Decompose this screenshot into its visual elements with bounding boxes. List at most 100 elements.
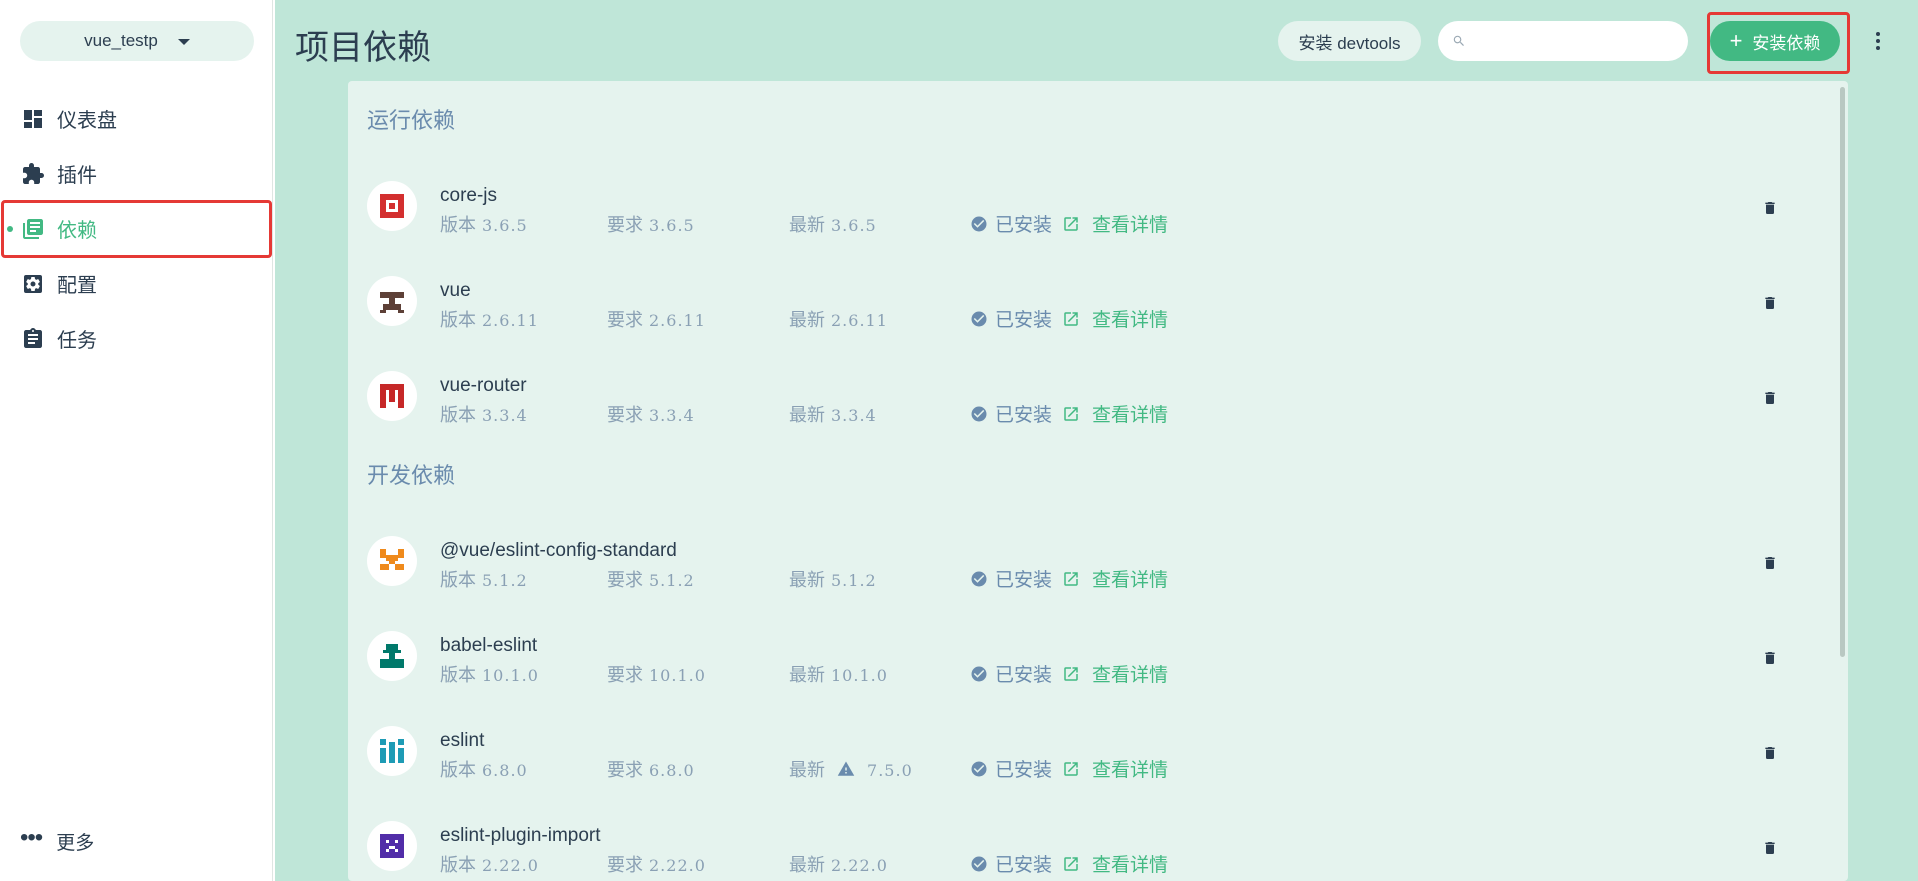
section-title-dev: 开发依赖 [367,463,456,488]
view-details-link[interactable]: 查看详情 [1062,850,1168,877]
installed-version: 版本 2.6.11 [440,310,539,330]
required-version: 要求 2.6.11 [607,310,706,330]
package-icon [367,371,417,421]
open-in-new-icon [1064,311,1078,326]
sidebar-item-label: 依赖 [57,220,97,242]
view-details-link[interactable]: 查看详情 [1062,400,1168,427]
project-name: vue_testp [84,31,158,50]
package-icon [367,821,417,871]
package-name: @vue/eslint-config-standard [440,540,677,561]
required-version: 要求 10.1.0 [607,665,706,685]
install-dependency-button[interactable]: + 安装依赖 [1710,21,1840,61]
required-version: 要求 6.8.0 [607,760,695,780]
more-horizontal-icon: ••• [20,823,43,851]
latest-version: 最新 7.5.0 [789,760,913,780]
package-icon [367,536,417,586]
puzzle-icon [20,161,46,187]
view-details-link[interactable]: 查看详情 [1062,305,1168,332]
warning-icon [837,761,855,776]
sidebar: vue_testp 仪表盘 插件 依赖 配置 任务 ••• 更多 [0,0,273,881]
more-button[interactable]: ••• 更多 [20,823,95,855]
check-circle-icon [971,856,987,871]
sidebar-item-dependencies[interactable]: 依赖 [0,201,273,256]
required-version: 要求 5.1.2 [607,570,695,590]
install-status: 已安装 查看详情 [970,755,1168,782]
open-in-new-icon [1064,571,1078,586]
delete-icon[interactable] [1760,552,1780,574]
view-details-link[interactable]: 查看详情 [1062,660,1168,687]
delete-icon[interactable] [1760,292,1780,314]
open-in-new-icon [1064,761,1078,776]
search-input[interactable] [1476,32,1676,50]
sidebar-nav: 仪表盘 插件 依赖 配置 任务 [0,91,273,366]
package-name: core-js [440,185,498,206]
sidebar-item-configuration[interactable]: 配置 [0,256,273,311]
scrollbar[interactable] [1840,87,1845,657]
sidebar-item-label: 插件 [57,165,97,187]
open-in-new-icon [1064,216,1078,231]
sidebar-item-plugins[interactable]: 插件 [0,146,273,201]
open-in-new-icon [1064,666,1078,681]
check-circle-icon [971,406,987,421]
install-status: 已安装 查看详情 [970,850,1168,877]
install-status: 已安装 查看详情 [970,210,1168,237]
package-name: eslint [440,730,485,751]
delete-icon[interactable] [1760,197,1780,219]
installed-label: 已安装 [995,405,1053,426]
check-circle-icon [971,761,987,776]
package-icon [367,276,417,326]
dependency-row: eslint 版本 6.8.0 要求 6.8.0 最新 7.5.0 已安装 查看详情 [348,718,1828,808]
main-content: 项目依赖 安装 devtools + 安装依赖 运行依赖 core-js 版本 3… [275,0,1918,881]
installed-label: 已安装 [995,215,1053,236]
required-version: 要求 2.22.0 [607,855,706,875]
package-name: babel-eslint [440,635,538,656]
install-dependency-label: 安装依赖 [1752,33,1821,53]
dependency-row: babel-eslint 版本 10.1.0 要求 10.1.0 最新 10.1.0 … [348,623,1828,713]
installed-version: 版本 3.3.4 [440,405,528,425]
search-icon [1453,35,1464,46]
check-circle-icon [971,666,987,681]
delete-icon[interactable] [1760,387,1780,409]
installed-label: 已安装 [995,570,1053,591]
delete-icon[interactable] [1760,647,1780,669]
installed-label: 已安装 [995,760,1053,781]
package-icon [367,631,417,681]
sidebar-item-tasks[interactable]: 任务 [0,311,273,366]
view-details-link[interactable]: 查看详情 [1062,210,1168,237]
section-title-runtime: 运行依赖 [367,108,456,133]
project-selector[interactable]: vue_testp [20,21,254,61]
dependency-row: vue-router 版本 3.3.4 要求 3.3.4 最新 3.3.4 已安装 查… [348,363,1828,453]
latest-version: 最新 5.1.2 [789,570,877,590]
sidebar-item-dashboard[interactable]: 仪表盘 [0,91,273,146]
more-vertical-icon[interactable] [1868,28,1888,54]
check-circle-icon [971,311,987,326]
dependency-row: eslint-plugin-import 版本 2.22.0 要求 2.22.0 最… [348,813,1828,881]
delete-icon[interactable] [1760,837,1780,859]
more-label: 更多 [56,833,95,854]
check-circle-icon [971,571,987,586]
caret-down-icon [177,39,190,45]
install-devtools-button[interactable]: 安装 devtools [1278,21,1421,61]
package-name: vue [440,280,471,301]
package-name: eslint-plugin-import [440,825,601,846]
dependency-row: vue 版本 2.6.11 要求 2.6.11 最新 2.6.11 已安装 查看详情 [348,268,1828,358]
view-details-link[interactable]: 查看详情 [1062,755,1168,782]
gear-icon [20,271,46,297]
install-status: 已安装 查看详情 [970,400,1168,427]
package-icon [367,726,417,776]
page-title: 项目依赖 [295,29,431,67]
sidebar-item-label: 仪表盘 [57,110,117,132]
dependencies-panel: 运行依赖 core-js 版本 3.6.5 要求 3.6.5 最新 3.6.5 已安装… [348,81,1848,881]
installed-label: 已安装 [995,665,1053,686]
installed-version: 版本 3.6.5 [440,215,528,235]
dashboard-icon [20,106,46,132]
dependency-row: @vue/eslint-config-standard 版本 5.1.2 要求 5.… [348,528,1828,618]
view-details-link[interactable]: 查看详情 [1062,565,1168,592]
install-status: 已安装 查看详情 [970,565,1168,592]
installed-version: 版本 6.8.0 [440,760,528,780]
search-box[interactable] [1438,21,1688,61]
installed-label: 已安装 [995,310,1053,331]
install-status: 已安装 查看详情 [970,305,1168,332]
sidebar-item-label: 任务 [57,330,97,352]
delete-icon[interactable] [1760,742,1780,764]
